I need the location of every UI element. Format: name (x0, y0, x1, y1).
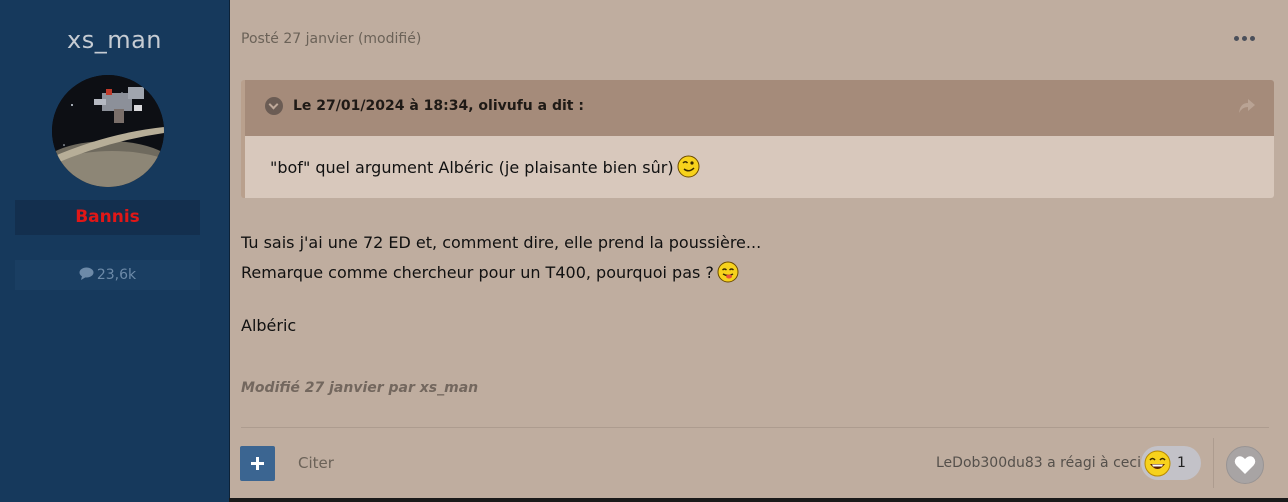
author-name[interactable]: xs_man (0, 26, 229, 54)
avatar[interactable] (52, 75, 164, 187)
quote-button[interactable]: Citer (298, 454, 334, 472)
heart-icon (1234, 456, 1256, 474)
quote-text: "bof" quel argument Albéric (je plaisant… (270, 155, 700, 182)
chevron-down-icon[interactable] (265, 97, 283, 115)
reactions-summary[interactable]: LeDob300du83 a réagi à ceci (936, 455, 1141, 471)
group-badge: Bannis (15, 200, 200, 235)
quote-block: Le 27/01/2024 à 18:34, olivufu a dit : "… (241, 80, 1274, 198)
post-count-badge: 23,6k (15, 260, 200, 290)
tongue-smiley-icon (717, 261, 739, 287)
comment-icon (79, 261, 94, 291)
react-button[interactable] (1226, 446, 1264, 484)
multiquote-add-button[interactable] (240, 446, 275, 481)
footer-divider (241, 427, 1269, 428)
quote-header: Le 27/01/2024 à 18:34, olivufu a dit : (245, 80, 1274, 136)
bottom-border (229, 498, 1288, 502)
share-arrow-icon[interactable] (1238, 98, 1256, 114)
post-meta[interactable]: Posté 27 janvier (modifié) (241, 31, 421, 47)
reaction-count: 1 (1177, 455, 1186, 471)
post-signature: Albéric (241, 316, 297, 335)
author-sidebar: xs_man Bannis 23,6k (0, 0, 230, 502)
edited-note: Modifié 27 janvier par xs_man (241, 380, 479, 396)
laugh-emoji-icon (1144, 450, 1171, 481)
quote-text-content: "bof" quel argument Albéric (je plaisant… (270, 158, 674, 177)
quote-citation[interactable]: Le 27/01/2024 à 18:34, olivufu a dit : (293, 98, 584, 114)
post-body-line-2: Remarque comme chercheur pour un T400, p… (241, 261, 739, 287)
post-count-value: 23,6k (96, 267, 137, 283)
reaction-divider (1213, 438, 1214, 488)
more-options-icon[interactable] (1234, 36, 1258, 44)
avatar-image (52, 75, 164, 187)
reaction-badge[interactable]: 1 (1141, 446, 1201, 480)
post-body-line-1: Tu sais j'ai une 72 ED et, comment dire,… (241, 233, 762, 252)
wink-smiley-icon (677, 155, 700, 182)
quote-body: "bof" quel argument Albéric (je plaisant… (245, 136, 1274, 198)
post-body-line-2-text: Remarque comme chercheur pour un T400, p… (241, 263, 714, 282)
